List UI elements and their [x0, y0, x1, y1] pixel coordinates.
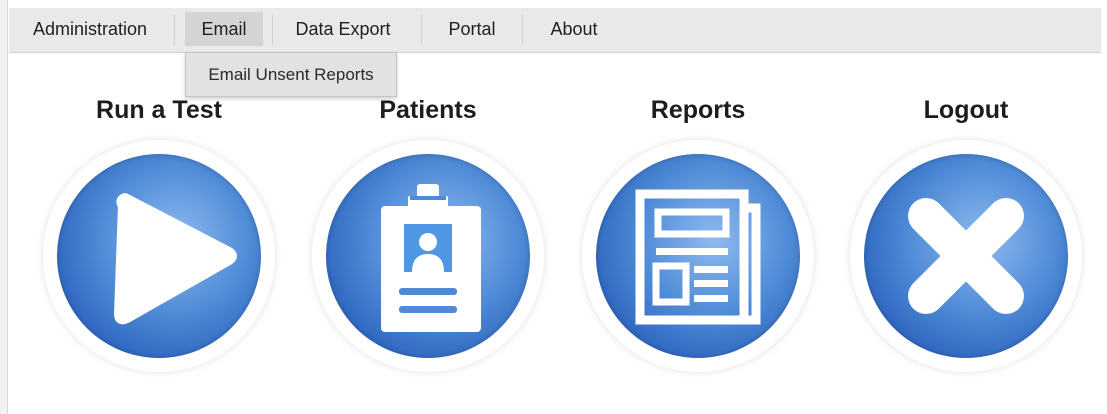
menu-separator — [174, 15, 175, 45]
menu-separator — [272, 15, 273, 45]
tile-disc[interactable] — [596, 154, 800, 358]
tile-title: Logout — [923, 96, 1009, 124]
close-x-icon — [908, 198, 1024, 314]
tile-ring — [43, 140, 275, 372]
tile-ring — [582, 140, 814, 372]
menu-separator — [421, 15, 422, 45]
play-icon — [114, 193, 237, 325]
menu-administration[interactable]: Administration — [17, 12, 163, 46]
newspaper-report-icon — [635, 189, 761, 325]
tile-title: Patients — [379, 96, 477, 124]
tile-title: Reports — [650, 96, 746, 124]
menu-portal[interactable]: Portal — [437, 12, 507, 46]
email-dropdown-menu: Email Unsent Reports — [185, 52, 397, 97]
tile-ring — [312, 140, 544, 372]
tile-disc[interactable] — [326, 154, 530, 358]
menu-bar: Administration Email Data Export Portal … — [9, 8, 1101, 53]
menu-about[interactable]: About — [539, 12, 609, 46]
tile-logout[interactable]: Logout — [846, 96, 1086, 386]
tile-patients[interactable]: Patients — [308, 96, 548, 386]
menu-separator — [522, 15, 523, 45]
dropdown-item-email-unsent-reports[interactable]: Email Unsent Reports — [186, 53, 396, 96]
tile-disc[interactable] — [57, 154, 261, 358]
tile-title: Run a Test — [96, 96, 222, 124]
clipboard-patient-icon — [381, 184, 481, 332]
window-left-edge — [0, 0, 8, 414]
tile-run-a-test[interactable]: Run a Test — [39, 96, 279, 386]
tile-disc[interactable] — [864, 154, 1068, 358]
menu-email[interactable]: Email — [185, 12, 263, 46]
tile-ring — [850, 140, 1082, 372]
menu-data-export[interactable]: Data Export — [287, 12, 399, 46]
tile-reports[interactable]: Reports — [578, 96, 818, 386]
